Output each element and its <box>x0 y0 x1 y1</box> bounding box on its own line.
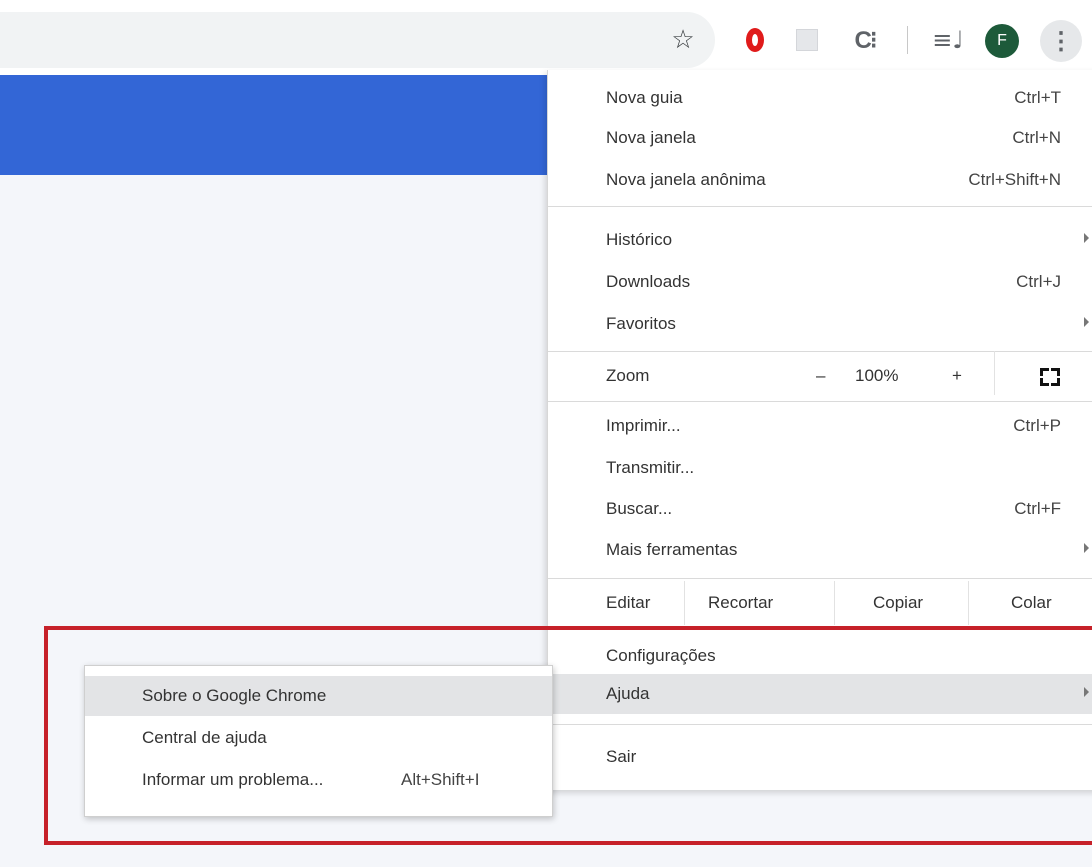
queue-icon[interactable]: ≡♩ <box>930 22 966 58</box>
browser-toolbar: ☆ C⁝ ≡♩ F ⋮ <box>0 0 1092 80</box>
kebab-menu-icon[interactable]: ⋮ <box>1040 20 1082 62</box>
highlight-box <box>44 626 1092 845</box>
menu-item-print[interactable]: Imprimir... Ctrl+P <box>548 406 1092 446</box>
paste-button[interactable]: Colar <box>1011 593 1052 613</box>
menu-item-label: Histórico <box>606 230 673 249</box>
submenu-arrow-icon <box>1084 233 1089 243</box>
menu-divider <box>548 401 1092 402</box>
menu-item-label: Buscar... <box>606 499 673 518</box>
zoom-divider <box>994 351 995 395</box>
menu-item-shortcut: Ctrl+F <box>1014 499 1061 518</box>
menu-item-label: Nova janela <box>606 128 696 147</box>
menu-item-cast[interactable]: Transmitir... <box>548 448 1092 488</box>
menu-item-label: Nova guia <box>606 88 683 107</box>
menu-item-shortcut: Ctrl+Shift+N <box>968 170 1061 189</box>
menu-item-label: Transmitir... <box>606 458 695 477</box>
submenu-arrow-icon <box>1084 317 1089 327</box>
avatar[interactable]: F <box>985 24 1019 58</box>
menu-item-label: Favoritos <box>606 314 676 333</box>
menu-item-edit: Editar Recortar Copiar Colar <box>548 581 1092 627</box>
address-bar[interactable] <box>0 12 715 68</box>
menu-item-find[interactable]: Buscar... Ctrl+F <box>548 489 1092 529</box>
fullscreen-icon[interactable] <box>1040 368 1060 386</box>
menu-item-label: Imprimir... <box>606 416 681 435</box>
menu-item-label: Mais ferramentas <box>606 540 738 559</box>
menu-item-shortcut: Ctrl+T <box>1014 88 1061 107</box>
menu-item-incognito[interactable]: Nova janela anônima Ctrl+Shift+N <box>548 160 1092 200</box>
submenu-arrow-icon <box>1084 543 1089 553</box>
menu-divider <box>548 206 1092 207</box>
toolbar-divider <box>907 26 908 54</box>
menu-item-bookmarks[interactable]: Favoritos <box>548 304 1092 344</box>
page-banner <box>0 75 548 175</box>
edit-divider <box>834 581 835 625</box>
opera-icon[interactable] <box>737 22 773 58</box>
edit-divider <box>968 581 969 625</box>
menu-item-label: Nova janela anônima <box>606 170 766 189</box>
menu-item-new-tab[interactable]: Nova guia Ctrl+T <box>548 78 1092 118</box>
menu-item-history[interactable]: Histórico <box>548 220 1092 260</box>
menu-item-label: Downloads <box>606 272 691 291</box>
menu-divider <box>548 351 1092 352</box>
zoom-in-button[interactable]: + <box>952 366 962 386</box>
star-icon[interactable]: ☆ <box>665 22 701 58</box>
c-extension-icon[interactable]: C⁝ <box>847 22 883 58</box>
menu-item-shortcut: Ctrl+P <box>1013 416 1061 435</box>
edit-label: Editar <box>606 593 651 612</box>
zoom-level: 100% <box>855 366 899 385</box>
menu-item-zoom: Zoom – 100% + <box>548 351 1092 396</box>
menu-item-label: Zoom <box>606 366 650 385</box>
menu-item-downloads[interactable]: Downloads Ctrl+J <box>548 262 1092 302</box>
menu-item-more-tools[interactable]: Mais ferramentas <box>548 530 1092 570</box>
zoom-out-button[interactable]: – <box>816 366 825 386</box>
menu-item-shortcut: Ctrl+J <box>1016 272 1061 291</box>
cut-button[interactable]: Recortar <box>708 593 773 613</box>
menu-divider <box>548 578 1092 579</box>
menu-item-shortcut: Ctrl+N <box>1012 128 1061 147</box>
edit-divider <box>684 581 685 625</box>
copy-button[interactable]: Copiar <box>873 593 923 613</box>
menu-item-new-window[interactable]: Nova janela Ctrl+N <box>548 118 1092 158</box>
extension-icon[interactable] <box>789 22 825 58</box>
